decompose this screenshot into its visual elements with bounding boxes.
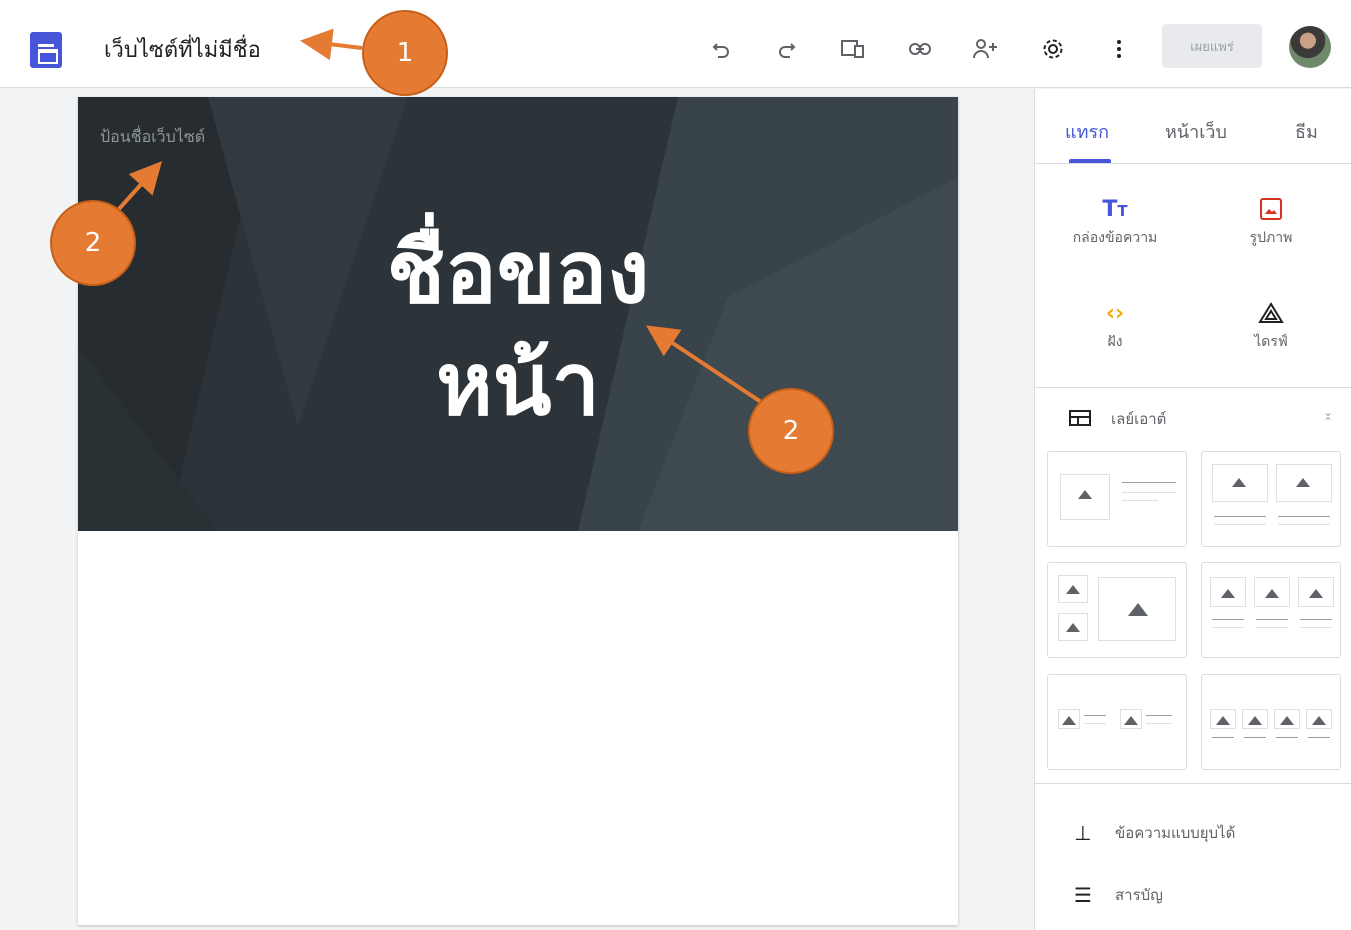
bottom-item-label: สารบัญ — [1115, 886, 1163, 904]
insert-collapsible-text-button[interactable]: ⊥ ข้อความแบบยุบได้ — [1069, 821, 1235, 845]
layout-option-3[interactable] — [1047, 562, 1187, 658]
avatar[interactable] — [1289, 26, 1331, 68]
layout-option-6[interactable] — [1201, 674, 1341, 770]
callout-1: 1 — [362, 10, 448, 96]
page-title-line-1: ชื่อของ — [386, 223, 650, 323]
collapse-icon[interactable]: ⌄ ⌃ — [1323, 406, 1333, 428]
layout-icon — [1069, 410, 1091, 426]
insert-table-of-contents-button[interactable]: ☰ สารบัญ — [1069, 883, 1163, 907]
insert-item-label: รูปภาพ — [1249, 230, 1293, 246]
layout-label: เลย์เอาต์ — [1111, 410, 1167, 428]
tab-pages[interactable]: หน้าเว็บ — [1165, 117, 1227, 146]
table-of-contents-icon: ☰ — [1074, 883, 1092, 907]
layout-option-4[interactable] — [1201, 562, 1341, 658]
text-box-icon: TT — [1102, 197, 1128, 222]
right-panel: แทรก หน้าเว็บ ธีม TT กล่องข้อความ รูปภาพ… — [1034, 89, 1351, 930]
divider — [1035, 163, 1351, 164]
link-icon[interactable] — [905, 34, 935, 64]
settings-icon[interactable] — [1038, 34, 1068, 64]
top-bar: เว็บไซต์ที่ไม่มีชื่อ เผยแพร่ — [0, 0, 1351, 88]
site-document-title[interactable]: เว็บไซต์ที่ไม่มีชื่อ — [104, 32, 261, 67]
undo-icon[interactable] — [706, 34, 736, 64]
layout-option-5[interactable] — [1047, 674, 1187, 770]
publish-button[interactable]: เผยแพร่ — [1162, 24, 1262, 68]
tab-themes[interactable]: ธีม — [1295, 117, 1318, 146]
preview-icon[interactable] — [838, 34, 868, 64]
insert-item-label: ไดรฟ์ — [1254, 334, 1288, 350]
divider — [1035, 387, 1351, 388]
callout-2-site-name: 2 — [50, 200, 136, 286]
header-banner[interactable]: ป้อนชื่อเว็บไซต์ ชื่อของ หน้า — [78, 97, 958, 531]
insert-image-button[interactable]: รูปภาพ — [1201, 197, 1341, 249]
insert-item-label: ฝัง — [1107, 334, 1123, 350]
drive-icon — [1201, 301, 1341, 331]
redo-icon[interactable] — [772, 34, 802, 64]
bottom-item-label: ข้อความแบบยุบได้ — [1115, 824, 1236, 842]
insert-drive-button[interactable]: ไดรฟ์ — [1201, 301, 1341, 353]
embed-icon: ‹› — [1105, 301, 1125, 326]
insert-text-box-button[interactable]: TT กล่องข้อความ — [1045, 197, 1185, 249]
callout-2-page-title: 2 — [748, 388, 834, 474]
insert-item-label: กล่องข้อความ — [1072, 230, 1158, 246]
layout-option-1[interactable] — [1047, 451, 1187, 547]
collapsible-text-icon: ⊥ — [1074, 821, 1092, 845]
more-icon[interactable] — [1104, 34, 1134, 64]
google-sites-logo-icon[interactable] — [30, 32, 62, 68]
page-canvas: ป้อนชื่อเว็บไซต์ ชื่อของ หน้า — [78, 97, 958, 925]
site-name-input[interactable]: ป้อนชื่อเว็บไซต์ — [100, 125, 205, 150]
divider — [1035, 783, 1351, 784]
layout-option-2[interactable] — [1201, 451, 1341, 547]
insert-embed-button[interactable]: ‹› ฝัง — [1045, 301, 1185, 353]
tab-insert[interactable]: แทรก — [1065, 117, 1109, 146]
share-icon[interactable] — [970, 34, 1000, 64]
image-icon — [1201, 197, 1341, 227]
layout-section-header[interactable]: เลย์เอาต์ — [1069, 407, 1166, 431]
